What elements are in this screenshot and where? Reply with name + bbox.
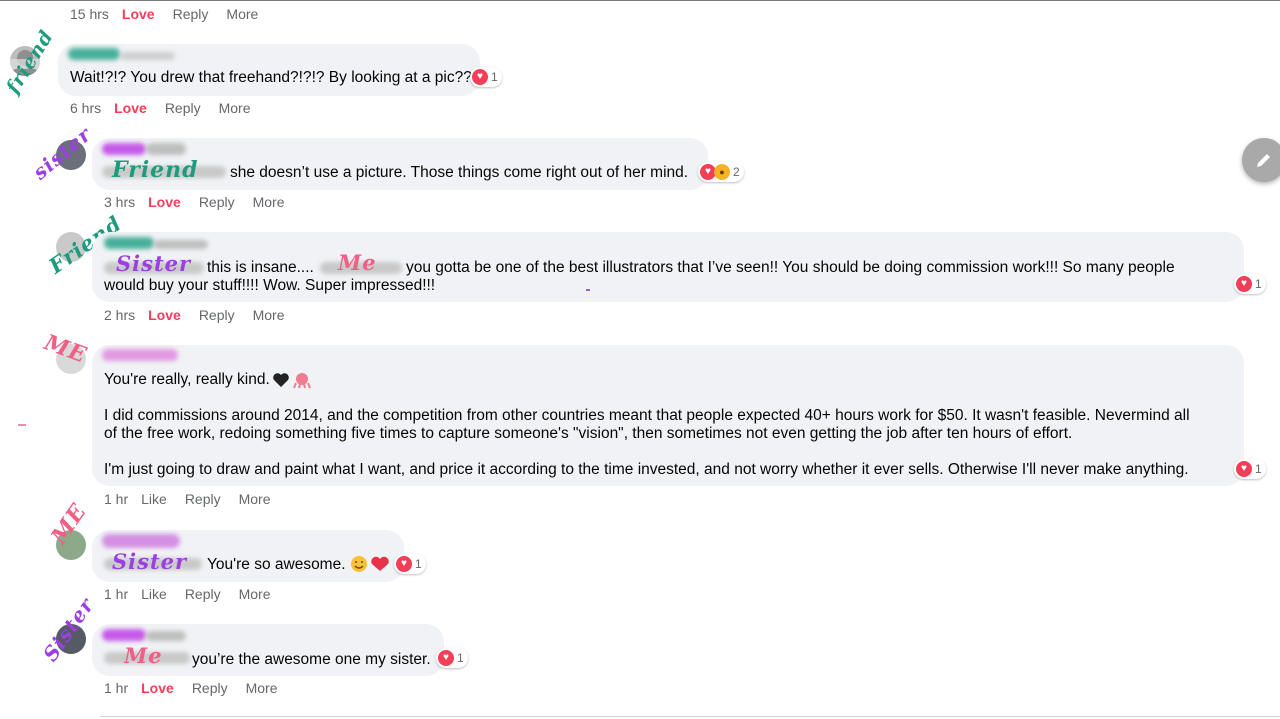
stray-mark (18, 424, 26, 426)
reply-button[interactable]: Reply (199, 194, 235, 210)
handwritten-annotation: Me (124, 643, 163, 668)
emoji-icons (273, 373, 311, 389)
comment-time[interactable]: 3 hrs (104, 194, 135, 210)
smiling-face-icon (351, 556, 367, 572)
comment-actions: 15 hrs Love Reply More (70, 6, 276, 22)
love-button[interactable]: Love (148, 307, 181, 323)
reaction-summary[interactable]: ♥ 1 (1234, 274, 1266, 294)
love-button[interactable]: Love (141, 680, 174, 696)
reaction-summary[interactable]: ♥ 1 (470, 67, 502, 87)
redacted-name (120, 52, 175, 60)
reaction-count: 1 (491, 70, 498, 84)
reaction-summary[interactable]: ♥ 1 (1234, 459, 1266, 479)
comment-time[interactable]: 2 hrs (104, 307, 135, 323)
handwritten-annotation: Me (338, 250, 377, 275)
pencil-edit-icon (1257, 154, 1270, 167)
comment-actions: 3 hrs Love Reply More (104, 194, 303, 210)
comment-actions: 1 hr Love Reply More (104, 680, 296, 696)
heart-with-ribbon-icon (371, 556, 389, 571)
reaction-count: 1 (1255, 277, 1262, 291)
comment-text: would buy your stuff!!!! Wow. Super impr… (104, 277, 436, 294)
comment-actions: 2 hrs Love Reply More (104, 307, 303, 323)
more-button[interactable]: More (226, 6, 258, 22)
like-button[interactable]: Like (141, 491, 167, 507)
comment-time[interactable]: 1 hr (104, 491, 128, 507)
more-button[interactable]: More (253, 307, 285, 323)
redacted-name (146, 631, 186, 641)
redacted-name (102, 629, 146, 641)
reply-button[interactable]: Reply (185, 586, 221, 602)
more-button[interactable]: More (239, 491, 271, 507)
handwritten-annotation: Sister (38, 593, 99, 666)
handwritten-annotation: Sister (116, 251, 192, 276)
comment-time[interactable]: 1 hr (104, 586, 128, 602)
more-button[interactable]: More (246, 680, 278, 696)
redacted-name (102, 143, 146, 155)
comment-text: I did commissions around 2014, and the c… (104, 407, 1190, 424)
comment-text: of the free work, redoing something five… (104, 425, 1073, 442)
comment-text: I'm just going to draw and paint what I … (104, 461, 1189, 478)
reaction-summary[interactable]: ♥ 1 (436, 648, 468, 668)
comment-time[interactable]: 6 hrs (70, 100, 101, 116)
redacted-name (68, 48, 120, 60)
more-button[interactable]: More (239, 586, 271, 602)
comment-time[interactable]: 1 hr (104, 680, 128, 696)
comment-actions: 6 hrs Love Reply More (70, 100, 269, 116)
comment-text: You're so awesome. (207, 556, 346, 573)
comment-time[interactable]: 15 hrs (70, 6, 109, 22)
comment-text: Wait!?!? You drew that freehand?!?!? By … (70, 69, 472, 86)
redacted-name (154, 240, 208, 249)
handwritten-annotation: ME (40, 329, 91, 369)
top-divider (0, 0, 1280, 1)
heart-reaction-icon: ♥ (438, 650, 454, 666)
comment-text: you’re the awesome one my sister. (192, 651, 431, 668)
comment-text: You're really, really kind. (104, 371, 270, 388)
comment-text: you gotta be one of the best illustrator… (406, 259, 1175, 276)
love-button[interactable]: Love (148, 194, 181, 210)
reaction-count: 1 (457, 651, 464, 665)
black-heart-icon (273, 373, 289, 387)
reply-button[interactable]: Reply (192, 680, 228, 696)
reply-button[interactable]: Reply (185, 491, 221, 507)
comment-actions: 1 hr Like Reply More (104, 586, 289, 602)
redacted-name (102, 534, 180, 548)
like-button[interactable]: Like (141, 586, 167, 602)
reaction-summary[interactable]: ♥ 1 (394, 554, 426, 574)
reply-button[interactable]: Reply (173, 6, 209, 22)
reply-button[interactable]: Reply (199, 307, 235, 323)
reply-button[interactable]: Reply (165, 100, 201, 116)
heart-reaction-icon: ♥ (1236, 461, 1252, 477)
more-button[interactable]: More (219, 100, 251, 116)
reaction-count: 1 (1255, 462, 1262, 476)
comment-actions: 1 hr Like Reply More (104, 491, 289, 507)
emoji-icons (351, 556, 389, 572)
reaction-count: 1 (415, 557, 422, 571)
heart-reaction-icon: ♥ (1236, 276, 1252, 292)
redacted-name (146, 143, 186, 155)
love-button[interactable]: Love (114, 100, 147, 116)
handwritten-annotation: Friend (112, 157, 199, 183)
wow-reaction-icon: ● (714, 164, 730, 180)
redacted-name (102, 349, 178, 361)
bottom-divider (100, 716, 1280, 717)
heart-reaction-icon: ♥ (396, 556, 412, 572)
octopus-icon (293, 373, 311, 389)
more-button[interactable]: More (253, 194, 285, 210)
comment-text: this is insane.... (207, 259, 314, 276)
reaction-summary[interactable]: ♥ ● 2 (698, 162, 744, 182)
heart-reaction-icon: ♥ (472, 69, 488, 85)
stray-mark (586, 289, 590, 291)
handwritten-annotation: Sister (112, 549, 188, 574)
redacted-name (104, 237, 154, 249)
reaction-count: 2 (733, 165, 740, 179)
edit-button[interactable] (1242, 138, 1280, 182)
love-button[interactable]: Love (122, 6, 155, 22)
comment-text: she doesn’t use a picture. Those things … (230, 164, 689, 181)
